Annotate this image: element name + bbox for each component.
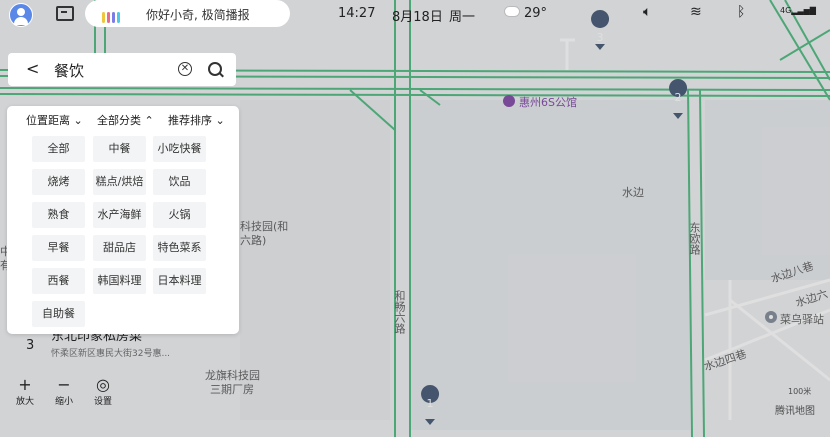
voice-wave-icon [102,8,122,23]
back-chevron-icon[interactable]: < [26,59,39,78]
map-settings-button[interactable]: ◎ 设置 [86,376,120,410]
bluetooth-icon[interactable]: ᛒ [737,4,745,20]
category-chip-all[interactable]: 全部 [32,136,85,162]
category-chip-snack[interactable]: 小吃快餐 [153,136,206,162]
zoom-in-button[interactable]: + 放大 [8,376,42,410]
wave-bar-3 [112,12,115,23]
category-chip-chinese[interactable]: 中餐 [93,136,146,162]
category-chip-breakfast[interactable]: 早餐 [32,235,85,261]
search-icon[interactable] [208,62,222,76]
wave-bar-4 [117,12,120,23]
category-chip-seafood[interactable]: 水产海鲜 [93,202,146,228]
category-chip-japanese[interactable]: 日本料理 [153,268,206,294]
voice-assistant-pill[interactable]: 你好小奇, 极简播报 [85,0,290,27]
clock-weekday: 周一 [449,10,476,25]
category-chip-specialty[interactable]: 特色菜系 [153,235,206,261]
result-address: 怀柔区新区惠民大街32号惠... [51,349,171,359]
category-chip-hotpot[interactable]: 火锅 [153,202,206,228]
temperature: 29° [524,6,548,21]
status-bar: 你好小奇, 极简播报 14:27 8月18日 周一 29° 🔈︎ ≋ ᛒ 4G▂… [0,0,830,30]
cloud-icon [505,7,519,16]
zoom-out-button[interactable]: − 缩小 [47,376,81,410]
category-chip-bakery[interactable]: 糕点/烘焙 [93,169,146,195]
filter-sort-label: 推荐排序 [168,114,212,127]
result-list-item[interactable]: 3 东北印象私房菜 怀柔区新区惠民大街32号惠... [8,329,236,360]
category-chip-deli[interactable]: 熟食 [32,202,85,228]
volume-icon[interactable]: 🔈︎ [643,4,651,20]
zoom-in-label: 放大 [15,397,34,407]
filter-bar: 位置距离 ⌄ 全部分类 ⌃ 推荐排序 ⌄ [7,112,239,128]
chevron-down-icon: ⌄ [215,114,225,127]
chevron-up-icon: ⌃ [144,114,154,127]
result-index: 3 [26,338,35,353]
signal-label: 4G [780,6,792,15]
filter-sort[interactable]: 推荐排序 ⌄ [168,112,225,128]
filter-distance[interactable]: 位置距离 ⌄ [26,112,83,128]
chevron-down-icon: ⌄ [73,114,83,127]
category-chip-dessert[interactable]: 甜品店 [93,235,146,261]
plus-icon: + [18,375,32,394]
signal-icon: 4G▂▃▅▇ [780,6,816,15]
category-chip-bbq[interactable]: 烧烤 [32,169,85,195]
wave-bar-1 [102,12,105,23]
user-avatar[interactable] [9,3,33,27]
filter-category[interactable]: 全部分类 ⌃ [97,112,154,128]
search-bar: < 餐饮 ✕ [8,53,236,86]
category-chip-western[interactable]: 西餐 [32,268,85,294]
category-chip-buffet[interactable]: 自助餐 [32,301,85,327]
assistant-greeting: 你好小奇, 极简播报 [146,8,250,22]
filter-distance-label: 位置距离 [26,114,70,127]
message-icon[interactable] [56,6,74,21]
clear-icon[interactable]: ✕ [178,62,192,76]
minus-icon: − [57,375,71,394]
category-filter-panel: 位置距离 ⌄ 全部分类 ⌃ 推荐排序 ⌄ 全部 中餐 小吃快餐 烧烤 糕点/烘焙… [7,106,239,334]
wave-bar-2 [107,12,110,23]
wifi-icon[interactable]: ≋ [690,4,702,20]
category-chip-drinks[interactable]: 饮品 [153,169,206,195]
settings-icon: ◎ [96,375,110,394]
zoom-out-label: 缩小 [54,397,73,407]
filter-category-label: 全部分类 [97,114,141,127]
clock-date: 8月18日 [392,10,443,25]
category-chip-korean[interactable]: 韩国料理 [93,268,146,294]
clock-time: 14:27 [338,6,376,21]
search-query[interactable]: 餐饮 [54,60,84,81]
map-settings-label: 设置 [93,397,112,407]
